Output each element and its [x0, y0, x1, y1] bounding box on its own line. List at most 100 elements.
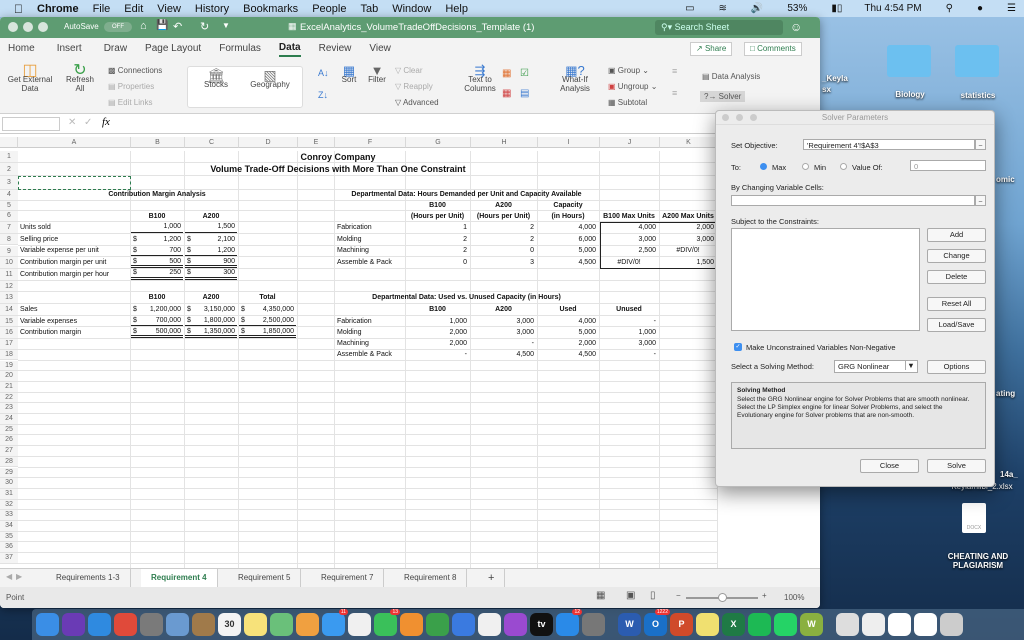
wifi-icon[interactable]: ≋: [719, 3, 727, 14]
battery-percent[interactable]: 53%: [787, 3, 807, 14]
cell-F15[interactable]: Fabrication: [335, 316, 404, 327]
hide-detail-icon[interactable]: ≡: [672, 88, 677, 98]
solve-button[interactable]: Solve: [927, 459, 986, 473]
row-header[interactable]: 20: [0, 371, 18, 382]
cell-K6[interactable]: A200 Max Units: [660, 211, 716, 221]
tab-formulas[interactable]: Formulas: [219, 41, 261, 56]
cell-G7[interactable]: 1: [406, 222, 469, 233]
spotlight-icon[interactable]: ⚲: [946, 3, 953, 14]
tab-page-layout[interactable]: Page Layout: [145, 41, 201, 56]
row-header[interactable]: 27: [0, 446, 18, 457]
cell-H6[interactable]: (Hours per Unit): [471, 211, 536, 221]
column-header-F[interactable]: F: [335, 137, 406, 148]
dialog-zoom-button[interactable]: [750, 114, 757, 121]
value-of-radio[interactable]: [840, 163, 847, 170]
cell-F16[interactable]: Molding: [335, 327, 404, 338]
row-header[interactable]: 34: [0, 521, 18, 532]
cell-B11[interactable]: $250: [131, 269, 183, 280]
page-layout-view-icon[interactable]: ▣: [626, 590, 635, 601]
cell-B8[interactable]: $1,200: [131, 234, 183, 245]
sheet-tab-requirement-4[interactable]: Requirement 4: [141, 569, 218, 587]
home-icon[interactable]: ⌂: [140, 20, 147, 32]
constraints-list[interactable]: [731, 228, 920, 331]
desktop-folder-statistics[interactable]: statistics: [948, 91, 1008, 100]
cell-D13[interactable]: Total: [239, 292, 296, 303]
cell-A2[interactable]: Volume Trade-Off Decisions with More Tha…: [18, 163, 658, 175]
dock-outlook-icon[interactable]: O 1222: [644, 609, 670, 636]
cell-D14[interactable]: $4,350,000: [239, 304, 296, 315]
ungroup-button[interactable]: ▣ Ungroup ⌄: [608, 82, 657, 91]
row-header[interactable]: 23: [0, 403, 18, 414]
redo-icon[interactable]: ↻: [200, 20, 209, 33]
dock-tv-icon[interactable]: tv: [530, 613, 553, 636]
subtotal-button[interactable]: ▦ Subtotal: [608, 98, 647, 107]
cell-G10[interactable]: 0: [406, 257, 469, 268]
cell-A1[interactable]: Conroy Company: [18, 151, 658, 162]
reapply-button[interactable]: ▽ Reapply: [395, 82, 433, 91]
changing-cells-input[interactable]: [731, 195, 975, 206]
max-radio[interactable]: [760, 163, 767, 170]
zoom-in-button[interactable]: +: [762, 591, 767, 600]
clear-filter-button[interactable]: ▽ Clear: [395, 66, 423, 75]
column-header-J[interactable]: J: [600, 137, 660, 148]
group-button[interactable]: ▣ Group ⌄: [608, 66, 649, 75]
row-header[interactable]: 9: [0, 245, 18, 258]
cell-B9[interactable]: $700: [131, 246, 183, 257]
cell-C11[interactable]: $300: [185, 269, 237, 280]
cell-C10[interactable]: $900: [185, 257, 237, 268]
row-header[interactable]: 17: [0, 339, 18, 350]
dock-powerpoint-icon[interactable]: P: [670, 613, 693, 636]
row-header[interactable]: 16: [0, 327, 18, 340]
row-header[interactable]: 4: [0, 190, 18, 201]
cell-B15[interactable]: $700,000: [131, 316, 183, 327]
row-header[interactable]: 6: [0, 211, 18, 223]
geography-button[interactable]: ▧ Geography: [244, 68, 296, 89]
cell-H15[interactable]: 3,000: [471, 316, 536, 327]
row-header[interactable]: 19: [0, 360, 18, 372]
close-window-button[interactable]: [8, 22, 18, 32]
cell-I17[interactable]: 2,000: [538, 339, 598, 349]
cell-G8[interactable]: 2: [406, 234, 469, 245]
cell-C7[interactable]: 1,500: [185, 222, 237, 233]
cell-H18[interactable]: 4,500: [471, 350, 536, 360]
cell-I14[interactable]: Used: [538, 304, 598, 315]
cell-I8[interactable]: 6,000: [538, 234, 598, 245]
cell-H7[interactable]: 2: [471, 222, 536, 233]
cell-F17[interactable]: Machining: [335, 339, 404, 349]
cell-J18[interactable]: -: [600, 350, 658, 360]
notification-center-icon[interactable]: ☰: [1007, 3, 1016, 14]
dock-contacts-icon[interactable]: [192, 613, 215, 636]
dock-word-icon[interactable]: W: [618, 613, 641, 636]
dock-finder-icon[interactable]: [36, 613, 59, 636]
dock-preview-icon[interactable]: [166, 613, 189, 636]
dock-itunes-icon[interactable]: [478, 613, 501, 636]
apple-icon[interactable]: : [14, 2, 23, 16]
cell-F8[interactable]: Molding: [335, 234, 404, 245]
dock-w-app-icon[interactable]: W: [800, 613, 823, 636]
cell-I15[interactable]: 4,000: [538, 316, 598, 327]
row-header[interactable]: 30: [0, 478, 18, 489]
tab-view[interactable]: View: [369, 41, 391, 56]
cell-C9[interactable]: $1,200: [185, 246, 237, 257]
zoom-out-button[interactable]: −: [676, 591, 681, 600]
tab-review[interactable]: Review: [319, 41, 352, 56]
show-detail-icon[interactable]: ≡: [672, 66, 677, 76]
cell-C6[interactable]: A200: [185, 211, 237, 221]
cell-C13[interactable]: A200: [185, 292, 237, 303]
cell-G6[interactable]: (Hours per Unit): [406, 211, 469, 221]
row-header[interactable]: 3: [0, 176, 18, 190]
cell-H8[interactable]: 2: [471, 234, 536, 245]
solving-method-select[interactable]: GRG Nonlinear ▼: [834, 360, 918, 373]
data-analysis-button[interactable]: ▤ Data Analysis: [702, 72, 760, 81]
refresh-all-button[interactable]: ↻ Refresh All: [62, 63, 98, 94]
change-button[interactable]: Change: [927, 249, 986, 263]
cell-I9[interactable]: 5,000: [538, 246, 598, 257]
column-header-I[interactable]: I: [538, 137, 600, 148]
cell-A14[interactable]: Sales: [18, 304, 129, 315]
menu-tab[interactable]: Tab: [360, 3, 378, 15]
cell-B13[interactable]: B100: [131, 292, 183, 303]
row-header[interactable]: 12: [0, 280, 18, 293]
siri-icon[interactable]: ●: [977, 3, 983, 14]
dock-notes-icon[interactable]: [244, 613, 267, 636]
dock-window-4-icon[interactable]: [914, 613, 937, 636]
